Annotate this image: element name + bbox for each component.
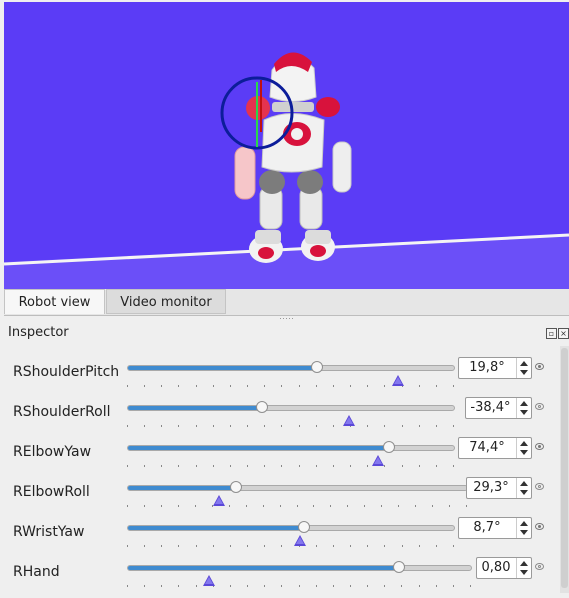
spin-arrows-icon[interactable] <box>516 358 531 378</box>
eye-hidden-icon[interactable] <box>535 563 544 570</box>
slider-ticks <box>127 415 454 427</box>
joint-name-label: RHand <box>13 564 60 580</box>
tab-video-monitor[interactable]: Video monitor <box>106 289 226 314</box>
inspector-title: Inspector <box>8 325 69 340</box>
slider-fill <box>128 406 262 410</box>
joint-value[interactable]: 0,80 <box>477 560 515 575</box>
slider-handle[interactable] <box>311 361 324 373</box>
slider-ticks <box>127 495 467 507</box>
joint-value[interactable]: 29,3° <box>467 480 515 495</box>
joint-row: RShoulderPitch 19,8° <box>0 357 560 398</box>
target-position-marker <box>203 575 216 586</box>
close-panel-icon[interactable]: × <box>558 328 569 339</box>
slider-handle[interactable] <box>298 521 311 533</box>
joint-row: RShoulderRoll -38,4° <box>0 397 560 438</box>
joint-slider[interactable] <box>127 441 455 453</box>
slider-handle[interactable] <box>230 481 243 493</box>
joint-name-label: RElbowRoll <box>13 484 90 500</box>
view-tabbar: Robot view Video monitor <box>4 289 569 316</box>
eye-visible-icon[interactable] <box>535 443 544 450</box>
joint-value[interactable]: 19,8° <box>459 360 515 375</box>
joint-manipulator-gizmo[interactable] <box>220 76 294 150</box>
target-position-marker <box>293 535 306 546</box>
slider-handle[interactable] <box>255 401 268 413</box>
slider-ticks <box>127 455 454 467</box>
slider-handle[interactable] <box>382 441 395 453</box>
joint-name-label: RWristYaw <box>13 524 85 540</box>
joint-slider[interactable] <box>127 521 455 533</box>
joint-value-spinbox[interactable]: 74,4° <box>458 437 532 459</box>
joint-value[interactable]: 74,4° <box>459 440 515 455</box>
panel-splitter-handle[interactable] <box>280 318 300 321</box>
slider-fill <box>128 366 318 370</box>
spin-arrows-icon[interactable] <box>516 438 531 458</box>
joint-name-label: RShoulderRoll <box>13 404 111 420</box>
eye-hidden-icon[interactable] <box>535 483 544 490</box>
robot-scene <box>4 52 569 289</box>
joint-value-spinbox[interactable]: 29,3° <box>466 477 532 499</box>
slider-ticks <box>127 375 454 387</box>
joint-row: RElbowRoll 29,3° <box>0 477 560 518</box>
target-position-marker <box>342 415 355 426</box>
robot-model <box>234 52 352 263</box>
float-panel-icon[interactable]: ▫ <box>546 328 557 339</box>
joint-row: RElbowYaw 74,4° <box>0 437 560 478</box>
joint-value-spinbox[interactable]: 0,80 <box>476 557 532 579</box>
inspector-scrollbar[interactable] <box>560 346 569 593</box>
spin-arrows-icon[interactable] <box>516 398 531 418</box>
joint-row: RHand 0,80 <box>0 557 560 598</box>
slider-fill <box>128 526 305 530</box>
slider-fill <box>128 486 237 490</box>
slider-fill <box>128 446 389 450</box>
target-position-marker <box>391 375 404 386</box>
slider-ticks <box>127 575 471 587</box>
spin-arrows-icon[interactable] <box>516 558 531 578</box>
joint-name-label: RShoulderPitch <box>13 364 120 380</box>
joint-value[interactable]: 8,7° <box>459 520 515 535</box>
spin-arrows-icon[interactable] <box>516 478 531 498</box>
joint-value[interactable]: -38,4° <box>466 400 515 415</box>
joint-value-spinbox[interactable]: 19,8° <box>458 357 532 379</box>
joint-slider[interactable] <box>127 561 472 573</box>
target-position-marker <box>212 495 225 506</box>
eye-visible-icon[interactable] <box>535 363 544 370</box>
joint-slider[interactable] <box>127 481 468 493</box>
spin-arrows-icon[interactable] <box>516 518 531 538</box>
target-position-marker <box>372 455 385 466</box>
slider-handle[interactable] <box>392 561 405 573</box>
joint-row: RWristYaw 8,7° <box>0 517 560 558</box>
slider-ticks <box>127 535 454 547</box>
eye-visible-icon[interactable] <box>535 523 544 530</box>
joint-slider[interactable] <box>127 361 455 373</box>
scrollbar-thumb[interactable] <box>561 348 568 588</box>
joint-slider[interactable] <box>127 401 455 413</box>
eye-hidden-icon[interactable] <box>535 403 544 410</box>
slider-fill <box>128 566 399 570</box>
tab-robot-view[interactable]: Robot view <box>4 289 105 314</box>
joint-value-spinbox[interactable]: -38,4° <box>465 397 532 419</box>
joint-value-spinbox[interactable]: 8,7° <box>458 517 532 539</box>
joint-name-label: RElbowYaw <box>13 444 92 460</box>
robot-3d-viewport[interactable] <box>4 2 569 289</box>
